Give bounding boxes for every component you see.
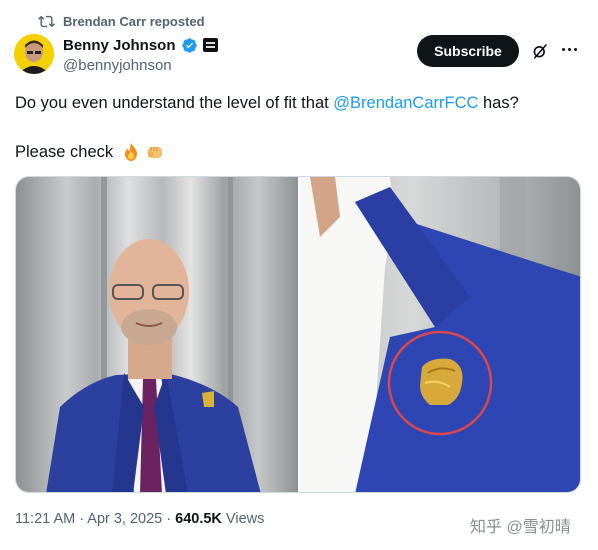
repost-indicator[interactable]: Brendan Carr reposted: [38, 13, 205, 30]
tweet-line-2-text: Please check: [15, 143, 114, 161]
tweet-line-2: Please check: [15, 141, 165, 163]
tweet-meta: 11:21 AM · Apr 3, 2025 · 640.5K Views: [15, 511, 264, 527]
grok-icon[interactable]: [531, 42, 549, 60]
repost-label: Brendan Carr reposted: [63, 14, 205, 29]
watermark-text: 知乎 @雪初晴: [470, 519, 571, 536]
timestamp[interactable]: 11:21 AM · Apr 3, 2025 ·: [15, 511, 175, 527]
author-handle[interactable]: @bennyjohnson: [63, 57, 218, 74]
photo-gold-pin-closeup[interactable]: [300, 177, 580, 492]
tweet-text: Do you even understand the level of fit …: [15, 92, 585, 114]
photo-man-in-elevator[interactable]: [16, 177, 298, 492]
tweet-text-suffix: has?: [478, 94, 519, 112]
mention-link[interactable]: @BrendanCarrFCC: [333, 94, 478, 112]
fire-emoji-icon: [125, 143, 138, 161]
more-icon[interactable]: [562, 48, 577, 51]
author-name[interactable]: Benny Johnson: [63, 37, 176, 54]
affiliate-badge-icon[interactable]: [202, 38, 218, 52]
subscribe-button[interactable]: Subscribe: [417, 35, 519, 67]
tweet-media[interactable]: [15, 176, 581, 493]
verified-badge-icon[interactable]: [181, 37, 198, 54]
repost-icon: [38, 15, 55, 28]
author-avatar[interactable]: [14, 34, 54, 74]
fist-emoji-icon: [148, 147, 163, 158]
views-label: Views: [221, 511, 265, 527]
tweet-text-prefix: Do you even understand the level of fit …: [15, 94, 334, 112]
views-count: 640.5K: [175, 511, 222, 527]
watermark: 知乎 @雪初晴: [470, 513, 571, 537]
